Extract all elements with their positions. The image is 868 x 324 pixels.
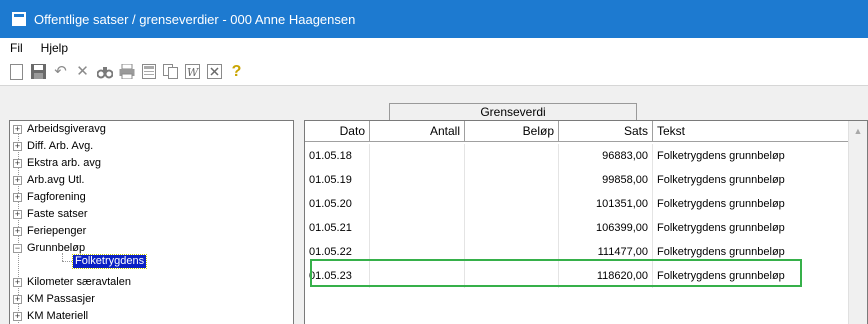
cell-antall xyxy=(370,144,465,168)
expand-icon[interactable]: + xyxy=(13,176,22,185)
cell-antall xyxy=(370,240,465,264)
table-row[interactable]: 01.05.23 118620,00 Folketrygdens grunnbe… xyxy=(305,264,848,288)
table-row[interactable]: 01.05.19 99858,00 Folketrygdens grunnbel… xyxy=(305,168,848,192)
cell-antall xyxy=(370,168,465,192)
tree-item-ekstra-arb-avg[interactable]: + Ekstra arb. avg xyxy=(10,157,290,170)
cell-sats: 96883,00 xyxy=(559,144,653,168)
cell-belop xyxy=(465,240,559,264)
cell-dato: 01.05.22 xyxy=(305,240,370,264)
window-title: Offentlige satser / grenseverdier - 000 … xyxy=(34,11,356,27)
excel-icon[interactable] xyxy=(205,62,224,81)
grid-header: Dato Antall Beløp Sats Tekst xyxy=(305,121,848,142)
tree-item-arb-avg-utl[interactable]: + Arb.avg Utl. xyxy=(10,174,290,187)
cell-dato: 01.05.18 xyxy=(305,144,370,168)
print-icon[interactable] xyxy=(117,62,136,81)
tree-item-folketrygdens[interactable]: Folketrygdens xyxy=(10,254,290,269)
tree-item-faste-satser[interactable]: + Faste satser xyxy=(10,208,290,221)
cell-dato: 01.05.20 xyxy=(305,192,370,216)
expand-icon[interactable]: + xyxy=(13,210,22,219)
tree-item-feriepenger[interactable]: + Feriepenger xyxy=(10,225,290,238)
scroll-up-icon[interactable]: ▲ xyxy=(849,121,867,142)
new-doc-icon[interactable] xyxy=(7,62,26,81)
column-header-tekst[interactable]: Tekst xyxy=(653,121,848,142)
expand-icon[interactable]: + xyxy=(13,159,22,168)
table-row[interactable]: 01.05.20 101351,00 Folketrygdens grunnbe… xyxy=(305,192,848,216)
menu-bar: Fil Hjelp xyxy=(0,38,868,58)
cell-tekst: Folketrygdens grunnbeløp xyxy=(657,270,785,282)
title-bar: Offentlige satser / grenseverdier - 000 … xyxy=(0,0,868,38)
cell-tekst: Folketrygdens grunnbeløp xyxy=(657,246,785,258)
table-row[interactable]: 01.05.22 111477,00 Folketrygdens grunnbe… xyxy=(305,240,848,264)
cell-dato: 01.05.23 xyxy=(305,264,370,288)
toolbar: ↶ ✕ W ? xyxy=(0,58,868,86)
menu-fil[interactable]: Fil xyxy=(8,40,25,56)
svg-text:W: W xyxy=(187,66,200,79)
collapse-icon[interactable]: − xyxy=(13,244,22,253)
cell-belop xyxy=(465,192,559,216)
cell-dato: 01.05.19 xyxy=(305,168,370,192)
expand-icon[interactable]: + xyxy=(13,193,22,202)
app-window-icon xyxy=(12,12,26,26)
tree-item-arbeidsgiveravg[interactable]: + Arbeidsgiveravg xyxy=(10,123,290,136)
tree-item-kilometer-saeravtalen[interactable]: + Kilometer særavtalen xyxy=(10,276,290,289)
category-tree: + Arbeidsgiveravg + Diff. Arb. Avg. + Ek… xyxy=(9,120,294,324)
cell-tekst: Folketrygdens grunnbeløp xyxy=(657,174,785,186)
cell-belop xyxy=(465,168,559,192)
help-icon[interactable]: ? xyxy=(227,62,246,81)
expand-icon[interactable]: + xyxy=(13,227,22,236)
column-header-dato[interactable]: Dato xyxy=(305,121,370,142)
expand-icon[interactable]: + xyxy=(13,278,22,287)
column-header-antall[interactable]: Antall xyxy=(370,121,465,142)
delete-icon[interactable]: ✕ xyxy=(73,62,92,81)
column-header-belop[interactable]: Beløp xyxy=(465,121,559,142)
cell-antall xyxy=(370,192,465,216)
tree-item-fagforening[interactable]: + Fagforening xyxy=(10,191,290,204)
cell-dato: 01.05.21 xyxy=(305,216,370,240)
table-row[interactable]: 01.05.18 96883,00 Folketrygdens grunnbel… xyxy=(305,144,848,168)
tab-grenseverdi[interactable]: Grenseverdi xyxy=(389,103,637,121)
undo-icon[interactable]: ↶ xyxy=(51,62,70,81)
cell-antall xyxy=(370,264,465,288)
cell-sats: 118620,00 xyxy=(559,264,653,288)
copy-icon[interactable] xyxy=(161,62,180,81)
cell-antall xyxy=(370,216,465,240)
expand-icon[interactable]: + xyxy=(13,295,22,304)
cell-belop xyxy=(465,264,559,288)
word-icon[interactable]: W xyxy=(183,62,202,81)
cell-belop xyxy=(465,216,559,240)
rates-grid: Dato Antall Beløp Sats Tekst 01.05.18 96… xyxy=(304,120,868,324)
cell-sats: 111477,00 xyxy=(559,240,653,264)
cell-sats: 101351,00 xyxy=(559,192,653,216)
save-icon[interactable] xyxy=(29,62,48,81)
cell-tekst: Folketrygdens grunnbeløp xyxy=(657,198,785,210)
column-header-sats[interactable]: Sats xyxy=(559,121,653,142)
cell-tekst: Folketrygdens grunnbeløp xyxy=(657,150,785,162)
expand-icon[interactable]: + xyxy=(13,312,22,321)
expand-icon[interactable]: + xyxy=(13,142,22,151)
cell-tekst: Folketrygdens grunnbeløp xyxy=(657,222,785,234)
tree-item-km-materiell[interactable]: + KM Materiell xyxy=(10,310,290,323)
tree-item-km-passasjer[interactable]: + KM Passasjer xyxy=(10,293,290,306)
tree-item-diff-arb-avg[interactable]: + Diff. Arb. Avg. xyxy=(10,140,290,153)
expand-icon[interactable]: + xyxy=(13,125,22,134)
menu-hjelp[interactable]: Hjelp xyxy=(39,40,70,56)
calculator-icon[interactable] xyxy=(139,62,158,81)
cell-sats: 106399,00 xyxy=(559,216,653,240)
find-icon[interactable] xyxy=(95,62,114,81)
selected-tree-label: Folketrygdens xyxy=(71,254,148,269)
cell-sats: 99858,00 xyxy=(559,168,653,192)
vertical-scrollbar[interactable]: ▲ xyxy=(848,121,867,324)
table-row[interactable]: 01.05.21 106399,00 Folketrygdens grunnbe… xyxy=(305,216,848,240)
cell-belop xyxy=(465,144,559,168)
tree-item-grunnbelop[interactable]: − Grunnbeløp xyxy=(10,242,290,255)
